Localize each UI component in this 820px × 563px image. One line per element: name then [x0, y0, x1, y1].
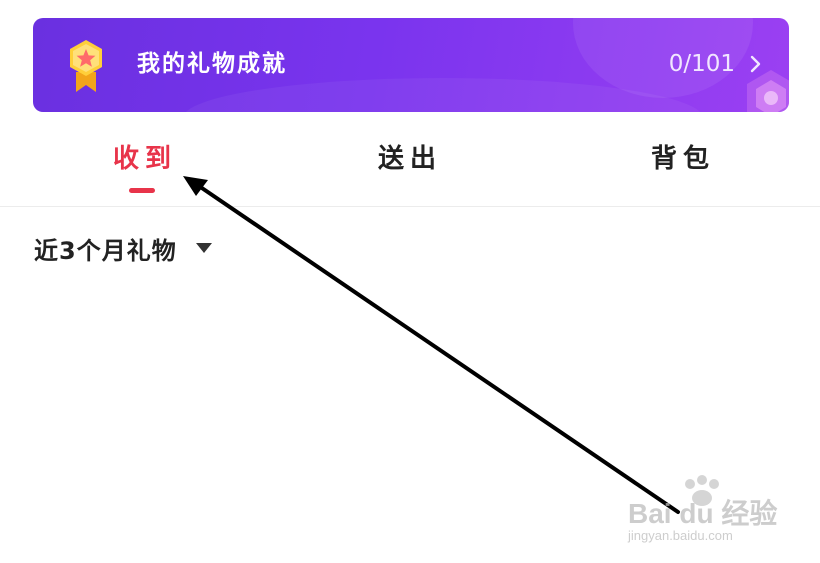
- time-range-filter[interactable]: 近3个月礼物: [34, 230, 213, 266]
- filter-label: 近3个月礼物: [34, 236, 177, 265]
- gift-achievement-banner[interactable]: 我的礼物成就 0/101: [33, 18, 789, 112]
- watermark-url: jingyan.baidu.com: [628, 528, 733, 543]
- caret-down-icon: [195, 243, 212, 253]
- active-tab-indicator: [129, 188, 155, 193]
- achievement-progress: 0/101: [668, 51, 735, 77]
- medal-star-icon: [70, 40, 102, 92]
- tab-received[interactable]: 收到: [100, 138, 190, 188]
- banner-title: 我的礼物成就: [137, 51, 287, 77]
- tab-sent[interactable]: 送出: [365, 138, 455, 188]
- gift-tabs: 收到 送出 背包: [0, 120, 820, 207]
- watermark-brand: Bai du 经验: [628, 498, 778, 529]
- tab-backpack[interactable]: 背包: [638, 138, 728, 188]
- watermark: Bai du 经验 jingyan.baidu.com: [600, 470, 800, 550]
- gem-decoration-icon: [747, 70, 789, 112]
